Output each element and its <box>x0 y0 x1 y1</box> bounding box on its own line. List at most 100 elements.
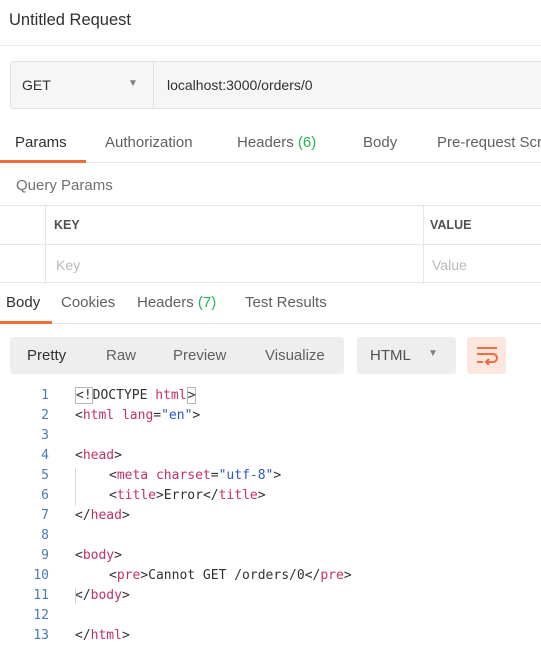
line-number: 4 <box>41 448 49 463</box>
query-params-label: Query Params <box>16 177 113 194</box>
tab-authorization[interactable]: Authorization <box>105 134 193 151</box>
bracket: > <box>273 468 282 483</box>
code-text: </body> <box>75 588 130 603</box>
code-line: 4 <head> <box>0 446 541 466</box>
tab-cookies[interactable]: Cookies <box>61 294 115 311</box>
chevron-down-icon: ▼ <box>428 348 438 359</box>
code-line: 1 <!DOCTYPE html> <box>0 386 541 406</box>
line-number: 1 <box>41 388 49 403</box>
doctype-keyword: DOCTYPE <box>92 388 148 403</box>
row-divider <box>0 244 541 245</box>
column-divider <box>45 206 46 284</box>
tag-name: title <box>116 488 156 503</box>
tag-name: meta <box>116 468 149 483</box>
method-select[interactable]: GET ▼ <box>11 62 154 108</box>
url-input[interactable]: localhost:3000/orders/0 <box>167 77 313 93</box>
response-toolbar: Pretty Raw Preview Visualize HTML ▼ <box>0 337 541 375</box>
code-line: 10 <pre>Cannot GET /orders/0</pre> <box>0 566 541 586</box>
response-headers-count-badge: (7) <box>197 294 217 311</box>
line-number: 7 <box>41 508 49 523</box>
view-pretty-button[interactable]: Pretty <box>27 347 66 364</box>
tab-response-headers-label: Headers <box>137 294 194 311</box>
attr-value: "en" <box>161 408 193 423</box>
key-column-header: KEY <box>54 218 80 232</box>
code-text: <body> <box>75 548 122 563</box>
bracket: > <box>121 588 130 603</box>
tab-prerequest-script[interactable]: Pre-request Scr <box>437 134 541 151</box>
text-content: Error <box>163 488 203 503</box>
line-number: 6 <box>41 488 49 503</box>
code-text: <meta charset="utf-8"> <box>109 468 281 483</box>
wrap-lines-button[interactable] <box>467 337 506 374</box>
line-number: 12 <box>33 608 49 623</box>
code-line: 3 <box>0 426 541 446</box>
bracket: < <box>75 408 83 423</box>
tag-name: body <box>90 588 122 603</box>
view-mode-selector: Pretty Raw Preview Visualize <box>10 337 344 374</box>
tag-name: html <box>82 408 115 423</box>
tag-name: body <box>82 548 115 563</box>
code-text: <title>Error</title> <box>109 488 266 503</box>
tag-name: html <box>90 628 122 643</box>
tab-headers-label: Headers <box>237 134 294 151</box>
view-raw-button[interactable]: Raw <box>106 347 136 364</box>
bracket: < <box>75 548 83 563</box>
tab-response-body[interactable]: Body <box>6 294 40 311</box>
code-line: 6 <title>Error</title> <box>0 486 541 506</box>
format-label: HTML <box>370 347 411 364</box>
bracket: > <box>192 408 201 423</box>
line-number: 8 <box>41 528 49 543</box>
line-number: 2 <box>41 408 49 423</box>
code-line: 2 <html lang="en"> <box>0 406 541 426</box>
code-line: 11 </body> <box>0 586 541 606</box>
bracket: > <box>114 448 122 463</box>
tab-response-headers[interactable]: Headers (7) <box>137 294 216 311</box>
view-visualize-button[interactable]: Visualize <box>265 347 325 364</box>
tab-body[interactable]: Body <box>363 134 397 151</box>
bracket: < <box>75 448 83 463</box>
request-tabs: Params Authorization Headers (6) Body Pr… <box>0 123 541 163</box>
line-number: 10 <box>33 568 49 583</box>
response-tabs: Body Cookies Headers (7) Test Results <box>0 284 541 324</box>
method-label: GET <box>22 77 51 93</box>
bracket: </ <box>75 588 91 603</box>
line-number: 13 <box>33 628 49 643</box>
param-key-input[interactable]: Key <box>56 257 80 273</box>
active-tab-indicator <box>0 160 86 163</box>
code-line: 9 <body> <box>0 546 541 566</box>
bracket: < <box>109 468 117 483</box>
bracket: </ <box>75 628 91 643</box>
line-number: 9 <box>41 548 49 563</box>
tab-params[interactable]: Params <box>15 134 67 151</box>
tag-name: head <box>90 508 122 523</box>
headers-count-badge: (6) <box>297 134 317 151</box>
bracket: > <box>257 488 266 503</box>
bracket: < <box>109 568 117 583</box>
view-preview-button[interactable]: Preview <box>173 347 226 364</box>
bracket: </ <box>304 568 321 583</box>
bracket-match: > <box>186 387 197 404</box>
tag-name: head <box>82 448 115 463</box>
code-line: 12 <box>0 606 541 626</box>
code-text: <head> <box>75 448 122 463</box>
bracket: > <box>121 508 130 523</box>
code-text: <pre>Cannot GET /orders/0</pre> <box>109 568 352 583</box>
tab-headers[interactable]: Headers (6) <box>237 134 316 151</box>
column-divider <box>423 206 424 284</box>
param-value-input[interactable]: Value <box>432 257 467 273</box>
tab-test-results[interactable]: Test Results <box>245 294 327 311</box>
wrap-lines-icon <box>477 347 498 365</box>
request-title[interactable]: Untitled Request <box>9 11 131 30</box>
response-body-editor[interactable]: 1 <!DOCTYPE html> 2 <html lang="en"> 3 4… <box>0 386 541 646</box>
query-params-table: KEY VALUE Key Value <box>0 205 541 284</box>
code-text: </html> <box>75 628 130 643</box>
bracket: > <box>114 548 122 563</box>
text-content: Cannot GET /orders/0 <box>148 568 305 583</box>
attr-name: charset <box>155 468 211 483</box>
code-text: <!DOCTYPE html> <box>75 387 197 404</box>
code-line: 13 </html> <box>0 626 541 646</box>
line-number: 5 <box>41 468 49 483</box>
format-select[interactable]: HTML ▼ <box>357 337 456 374</box>
code-line: 7 </head> <box>0 506 541 526</box>
